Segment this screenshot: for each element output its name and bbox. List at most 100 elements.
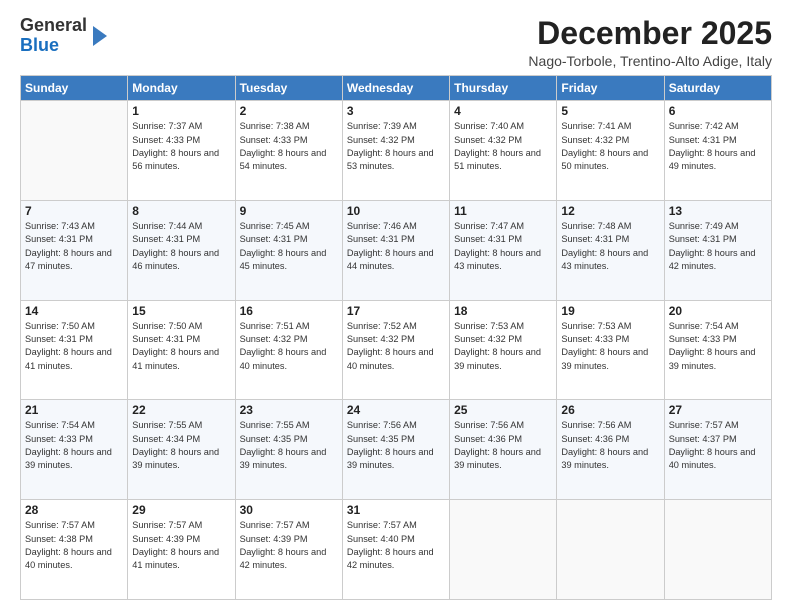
month-title: December 2025 <box>528 16 772 51</box>
day-info: Sunrise: 7:55 AMSunset: 4:34 PMDaylight:… <box>132 419 230 472</box>
day-number: 10 <box>347 204 445 218</box>
table-row: 14 Sunrise: 7:50 AMSunset: 4:31 PMDaylig… <box>21 300 128 400</box>
table-row: 17 Sunrise: 7:52 AMSunset: 4:32 PMDaylig… <box>342 300 449 400</box>
day-number: 9 <box>240 204 338 218</box>
day-number: 27 <box>669 403 767 417</box>
table-row: 15 Sunrise: 7:50 AMSunset: 4:31 PMDaylig… <box>128 300 235 400</box>
table-row: 10 Sunrise: 7:46 AMSunset: 4:31 PMDaylig… <box>342 200 449 300</box>
col-friday: Friday <box>557 76 664 101</box>
col-sunday: Sunday <box>21 76 128 101</box>
table-row: 7 Sunrise: 7:43 AMSunset: 4:31 PMDayligh… <box>21 200 128 300</box>
day-number: 4 <box>454 104 552 118</box>
week-row-2: 7 Sunrise: 7:43 AMSunset: 4:31 PMDayligh… <box>21 200 772 300</box>
col-thursday: Thursday <box>450 76 557 101</box>
col-tuesday: Tuesday <box>235 76 342 101</box>
table-row: 30 Sunrise: 7:57 AMSunset: 4:39 PMDaylig… <box>235 500 342 600</box>
day-number: 1 <box>132 104 230 118</box>
day-info: Sunrise: 7:57 AMSunset: 4:38 PMDaylight:… <box>25 519 123 572</box>
day-number: 25 <box>454 403 552 417</box>
table-row: 22 Sunrise: 7:55 AMSunset: 4:34 PMDaylig… <box>128 400 235 500</box>
table-row: 24 Sunrise: 7:56 AMSunset: 4:35 PMDaylig… <box>342 400 449 500</box>
table-row: 27 Sunrise: 7:57 AMSunset: 4:37 PMDaylig… <box>664 400 771 500</box>
col-monday: Monday <box>128 76 235 101</box>
day-number: 13 <box>669 204 767 218</box>
table-row: 28 Sunrise: 7:57 AMSunset: 4:38 PMDaylig… <box>21 500 128 600</box>
day-info: Sunrise: 7:54 AMSunset: 4:33 PMDaylight:… <box>669 320 767 373</box>
day-number: 20 <box>669 304 767 318</box>
table-row: 25 Sunrise: 7:56 AMSunset: 4:36 PMDaylig… <box>450 400 557 500</box>
table-row: 3 Sunrise: 7:39 AMSunset: 4:32 PMDayligh… <box>342 101 449 201</box>
day-info: Sunrise: 7:57 AMSunset: 4:39 PMDaylight:… <box>240 519 338 572</box>
header-row: Sunday Monday Tuesday Wednesday Thursday… <box>21 76 772 101</box>
day-info: Sunrise: 7:37 AMSunset: 4:33 PMDaylight:… <box>132 120 230 173</box>
day-number: 22 <box>132 403 230 417</box>
week-row-4: 21 Sunrise: 7:54 AMSunset: 4:33 PMDaylig… <box>21 400 772 500</box>
day-number: 31 <box>347 503 445 517</box>
table-row: 19 Sunrise: 7:53 AMSunset: 4:33 PMDaylig… <box>557 300 664 400</box>
day-info: Sunrise: 7:38 AMSunset: 4:33 PMDaylight:… <box>240 120 338 173</box>
day-number: 15 <box>132 304 230 318</box>
col-saturday: Saturday <box>664 76 771 101</box>
day-info: Sunrise: 7:56 AMSunset: 4:36 PMDaylight:… <box>454 419 552 472</box>
day-info: Sunrise: 7:44 AMSunset: 4:31 PMDaylight:… <box>132 220 230 273</box>
day-info: Sunrise: 7:41 AMSunset: 4:32 PMDaylight:… <box>561 120 659 173</box>
logo-general: General <box>20 15 87 35</box>
day-info: Sunrise: 7:50 AMSunset: 4:31 PMDaylight:… <box>25 320 123 373</box>
day-info: Sunrise: 7:56 AMSunset: 4:35 PMDaylight:… <box>347 419 445 472</box>
logo: General Blue <box>20 16 111 56</box>
day-number: 21 <box>25 403 123 417</box>
day-info: Sunrise: 7:43 AMSunset: 4:31 PMDaylight:… <box>25 220 123 273</box>
day-number: 30 <box>240 503 338 517</box>
day-number: 14 <box>25 304 123 318</box>
table-row: 5 Sunrise: 7:41 AMSunset: 4:32 PMDayligh… <box>557 101 664 201</box>
day-info: Sunrise: 7:57 AMSunset: 4:40 PMDaylight:… <box>347 519 445 572</box>
day-info: Sunrise: 7:47 AMSunset: 4:31 PMDaylight:… <box>454 220 552 273</box>
day-info: Sunrise: 7:57 AMSunset: 4:37 PMDaylight:… <box>669 419 767 472</box>
table-row: 23 Sunrise: 7:55 AMSunset: 4:35 PMDaylig… <box>235 400 342 500</box>
day-info: Sunrise: 7:50 AMSunset: 4:31 PMDaylight:… <box>132 320 230 373</box>
week-row-3: 14 Sunrise: 7:50 AMSunset: 4:31 PMDaylig… <box>21 300 772 400</box>
logo-icon <box>89 22 111 50</box>
day-info: Sunrise: 7:57 AMSunset: 4:39 PMDaylight:… <box>132 519 230 572</box>
day-number: 11 <box>454 204 552 218</box>
day-info: Sunrise: 7:42 AMSunset: 4:31 PMDaylight:… <box>669 120 767 173</box>
day-number: 8 <box>132 204 230 218</box>
calendar-page: General Blue December 2025 Nago-Torbole,… <box>0 0 792 612</box>
day-number: 24 <box>347 403 445 417</box>
day-number: 29 <box>132 503 230 517</box>
week-row-1: 1 Sunrise: 7:37 AMSunset: 4:33 PMDayligh… <box>21 101 772 201</box>
day-number: 6 <box>669 104 767 118</box>
day-number: 28 <box>25 503 123 517</box>
day-info: Sunrise: 7:55 AMSunset: 4:35 PMDaylight:… <box>240 419 338 472</box>
title-block: December 2025 Nago-Torbole, Trentino-Alt… <box>528 16 772 69</box>
day-info: Sunrise: 7:48 AMSunset: 4:31 PMDaylight:… <box>561 220 659 273</box>
day-info: Sunrise: 7:45 AMSunset: 4:31 PMDaylight:… <box>240 220 338 273</box>
day-number: 26 <box>561 403 659 417</box>
day-info: Sunrise: 7:56 AMSunset: 4:36 PMDaylight:… <box>561 419 659 472</box>
table-row <box>557 500 664 600</box>
table-row: 26 Sunrise: 7:56 AMSunset: 4:36 PMDaylig… <box>557 400 664 500</box>
table-row: 21 Sunrise: 7:54 AMSunset: 4:33 PMDaylig… <box>21 400 128 500</box>
table-row <box>450 500 557 600</box>
table-row: 2 Sunrise: 7:38 AMSunset: 4:33 PMDayligh… <box>235 101 342 201</box>
day-number: 2 <box>240 104 338 118</box>
day-info: Sunrise: 7:53 AMSunset: 4:32 PMDaylight:… <box>454 320 552 373</box>
table-row: 4 Sunrise: 7:40 AMSunset: 4:32 PMDayligh… <box>450 101 557 201</box>
day-number: 18 <box>454 304 552 318</box>
table-row: 16 Sunrise: 7:51 AMSunset: 4:32 PMDaylig… <box>235 300 342 400</box>
logo-blue: Blue <box>20 35 59 55</box>
table-row: 12 Sunrise: 7:48 AMSunset: 4:31 PMDaylig… <box>557 200 664 300</box>
day-number: 3 <box>347 104 445 118</box>
day-number: 16 <box>240 304 338 318</box>
day-info: Sunrise: 7:39 AMSunset: 4:32 PMDaylight:… <box>347 120 445 173</box>
col-wednesday: Wednesday <box>342 76 449 101</box>
table-row: 6 Sunrise: 7:42 AMSunset: 4:31 PMDayligh… <box>664 101 771 201</box>
day-info: Sunrise: 7:53 AMSunset: 4:33 PMDaylight:… <box>561 320 659 373</box>
day-number: 7 <box>25 204 123 218</box>
day-number: 12 <box>561 204 659 218</box>
table-row: 31 Sunrise: 7:57 AMSunset: 4:40 PMDaylig… <box>342 500 449 600</box>
day-number: 5 <box>561 104 659 118</box>
table-row: 13 Sunrise: 7:49 AMSunset: 4:31 PMDaylig… <box>664 200 771 300</box>
table-row: 18 Sunrise: 7:53 AMSunset: 4:32 PMDaylig… <box>450 300 557 400</box>
day-info: Sunrise: 7:40 AMSunset: 4:32 PMDaylight:… <box>454 120 552 173</box>
